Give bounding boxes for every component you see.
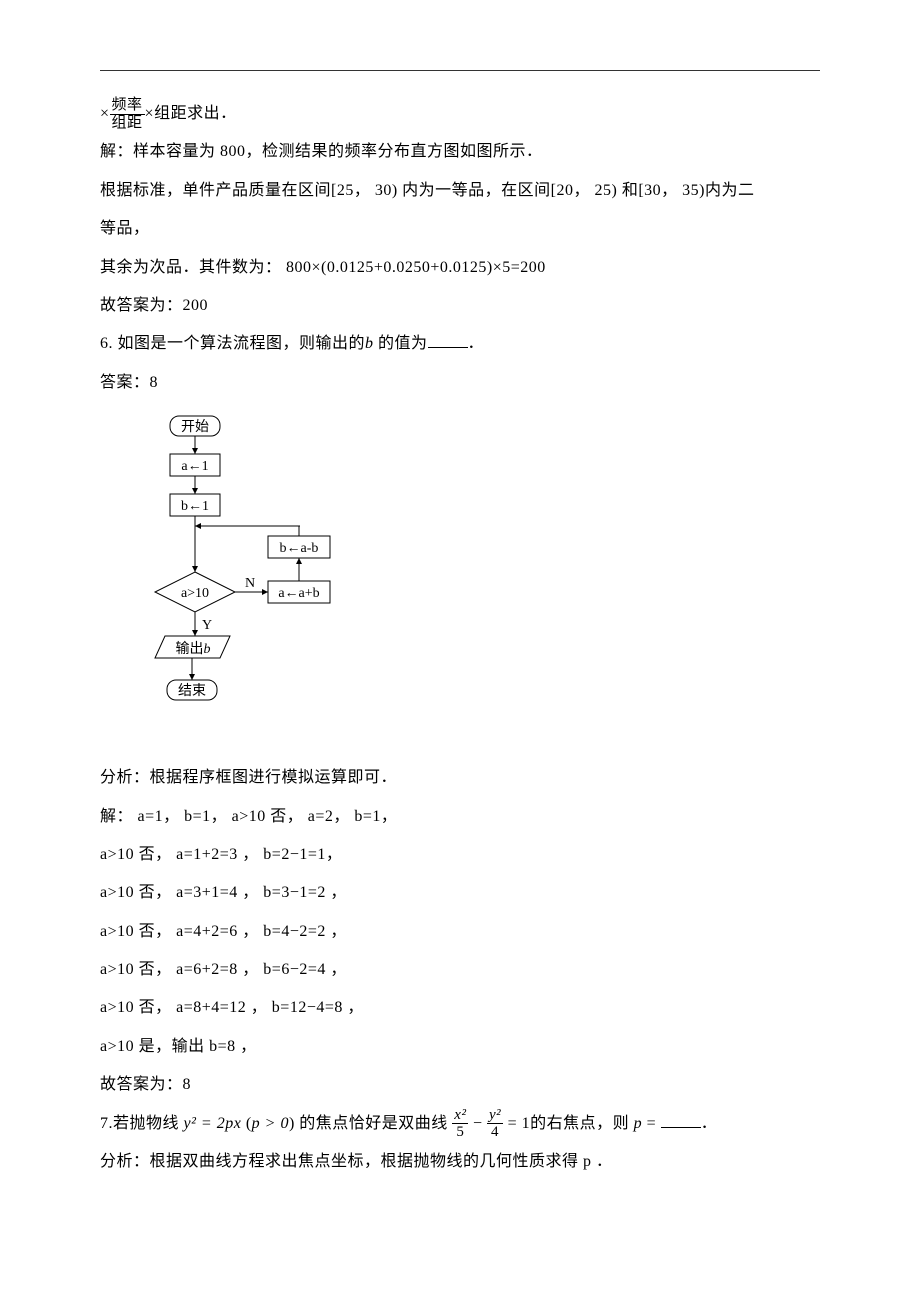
flow-end: 结束 [178,683,206,699]
flowchart-svg: 开始 a←1 b←1 a>10 N a←a+b b←a-b [120,414,350,734]
flow-output: 输出b [176,641,211,657]
trace-line: a>10 否， a=3+1=4 ， b=3−1=2 ， [100,874,820,912]
flow-a-init: a←1 [181,459,208,474]
frac-denominator: 5 [452,1124,468,1141]
flow-cond: a>10 [181,586,209,601]
flow-start: 开始 [181,419,209,435]
frac-numerator: x² [452,1107,468,1125]
solution-line: 根据标准，单件产品质量在区间[25， 30) 内为一等品，在区间[20， 25)… [100,172,820,210]
trace-line: a>10 否， a=1+2=3 ， b=2−1=1， [100,836,820,874]
variable-b: b [365,335,374,352]
fraction: 频率组距 [110,97,145,131]
eq-parabola: y² = 2px [184,1115,242,1132]
fraction-y2-4: y²4 [487,1107,503,1141]
fill-blank [661,1111,701,1128]
analysis-6: 分析：根据程序框图进行模拟运算即可． [100,759,820,797]
eq-one: = 1 [503,1115,530,1132]
frac-numerator: y² [487,1107,503,1125]
frac-numerator: 频率 [110,97,145,115]
flow-branch-y: Y [202,618,212,633]
text: ( [241,1115,251,1132]
trace-line: a>10 否， a=6+2=8 ， b=6−2=4 ， [100,951,820,989]
solution-line: 解：样本容量为 800，检测结果的频率分布直方图如图所示． [100,133,820,171]
analysis-7: 分析：根据双曲线方程求出焦点坐标，根据抛物线的几何性质求得 p ． [100,1143,820,1181]
frac-denominator: 组距 [110,115,145,132]
frac-denominator: 4 [487,1124,503,1141]
variable-p: p [634,1115,643,1132]
answer-line: 故答案为：200 [100,287,820,325]
question-6: 6. 如图是一个算法流程图，则输出的b 的值为 ． [100,325,820,363]
trace-line: a>10 否， a=8+4=12 ， b=12−4=8 ， [100,989,820,1027]
flow-branch-n: N [245,576,255,591]
header-rule [100,70,820,71]
text: ) 的焦点恰好是双曲线 [289,1115,452,1132]
text: 的右焦点，则 [530,1115,634,1132]
answer-line: 故答案为：8 [100,1066,820,1104]
page-content: ×频率组距×组距求出． 解：样本容量为 800，检测结果的频率分布直方图如图所示… [0,0,920,1221]
line-frac: ×频率组距×组距求出． [100,95,820,133]
text: 6. 如图是一个算法流程图，则输出的 [100,335,365,352]
text: 的值为 [374,335,428,352]
minus: − [468,1115,487,1132]
trace-line: a>10 是，输出 b=8 ， [100,1028,820,1066]
fill-blank [428,331,468,348]
answer-6: 答案：8 [100,364,820,402]
flow-a-upd: a←a+b [278,586,319,601]
solution-line: 等品， [100,210,820,248]
eq-pcond: p > 0 [252,1115,289,1132]
text: ． [468,335,485,352]
solution-line: 其余为次品．其件数为： 800×(0.0125+0.0250+0.0125)×5… [100,249,820,287]
text: × [100,105,110,122]
text: ． [701,1115,718,1132]
flow-b-init: b←1 [181,499,209,514]
flowchart: 开始 a←1 b←1 a>10 N a←a+b b←a-b [120,414,820,739]
text: ×组距求出． [145,105,237,122]
trace-line: 解： a=1， b=1， a>10 否， a=2， b=1， [100,798,820,836]
flow-b-upd: b←a-b [280,541,319,556]
question-7: 7.若抛物线 y² = 2px (p > 0) 的焦点恰好是双曲线 x²5 − … [100,1105,820,1143]
trace-line: a>10 否， a=4+2=6 ， b=4−2=2 ， [100,913,820,951]
fraction-x2-5: x²5 [452,1107,468,1141]
text: 7.若抛物线 [100,1115,184,1132]
text: = [642,1115,661,1132]
